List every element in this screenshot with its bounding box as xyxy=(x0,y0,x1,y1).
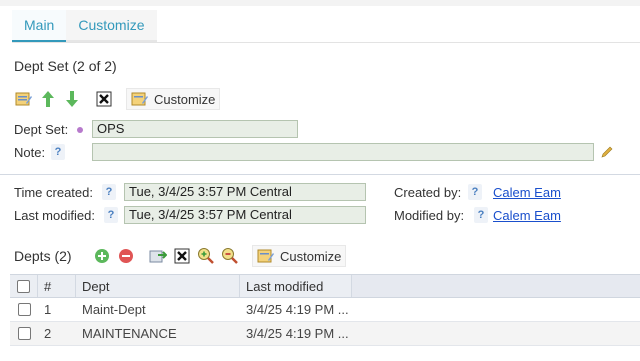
dept-set-field-label: Dept Set: xyxy=(14,122,69,137)
tab-bar: Main Customize xyxy=(12,10,157,42)
row-num: 1 xyxy=(44,302,52,317)
row-last-modified: 3/4/25 4:19 PM ... xyxy=(246,302,349,317)
dept-set-field[interactable]: OPS xyxy=(92,120,298,138)
column-header-last-modified[interactable]: Last modified xyxy=(240,275,352,297)
row-checkbox[interactable] xyxy=(17,327,31,340)
last-modified-label: Last modified: xyxy=(14,208,95,223)
depts-customize-button[interactable]: Customize xyxy=(252,245,347,267)
modified-by-label: Modified by: xyxy=(394,208,465,223)
modified-by-link[interactable]: Calem Eam xyxy=(493,208,561,223)
select-all-checkbox[interactable] xyxy=(17,279,30,293)
created-by-link[interactable]: Calem Eam xyxy=(493,185,561,200)
last-modified-help-icon[interactable]: ? xyxy=(104,207,118,223)
delete-icon[interactable] xyxy=(94,89,114,109)
time-created-help-icon[interactable]: ? xyxy=(102,184,116,200)
table-row[interactable]: 1 Maint-Dept 3/4/25 4:19 PM ... xyxy=(10,298,640,322)
row-dept: Maint-Dept xyxy=(82,302,146,317)
depts-title: Depts (2) xyxy=(14,248,72,264)
tab-customize[interactable]: Customize xyxy=(66,10,157,42)
row-checkbox[interactable] xyxy=(17,303,31,316)
add-icon[interactable] xyxy=(92,246,112,266)
zoom-in-icon[interactable] xyxy=(196,246,216,266)
row-num: 2 xyxy=(44,326,52,341)
dept-set-toolbar: Customize xyxy=(14,88,221,110)
depts-toolbar: Customize xyxy=(92,245,347,267)
table-row[interactable]: 2 MAINTENANCE 3/4/25 4:19 PM ... xyxy=(10,322,640,346)
delete-row-icon[interactable] xyxy=(172,246,192,266)
dept-set-title: Dept Set (2 of 2) xyxy=(14,58,117,74)
created-by-label: Created by: xyxy=(394,185,462,200)
column-header-dept[interactable]: Dept xyxy=(76,275,240,297)
top-bar xyxy=(0,0,640,6)
time-created-label: Time created: xyxy=(14,185,93,200)
created-by-help-icon[interactable]: ? xyxy=(468,184,482,200)
customize-label: Customize xyxy=(154,91,216,107)
import-icon[interactable] xyxy=(148,246,168,266)
zoom-out-icon[interactable] xyxy=(220,246,240,266)
tab-underline xyxy=(12,42,640,43)
table-header: # Dept Last modified xyxy=(10,274,640,298)
section-divider xyxy=(0,174,640,175)
column-header-num[interactable]: # xyxy=(38,275,76,297)
customize-icon xyxy=(131,92,148,106)
depts-table: # Dept Last modified 1 Maint-Dept 3/4/25… xyxy=(10,274,640,346)
edit-icon[interactable] xyxy=(14,89,34,109)
modified-by-help-icon[interactable]: ? xyxy=(474,207,488,223)
row-dept: MAINTENANCE xyxy=(82,326,177,341)
required-dot-icon xyxy=(77,127,83,133)
tab-main[interactable]: Main xyxy=(12,10,67,42)
remove-icon[interactable] xyxy=(116,246,136,266)
note-field[interactable] xyxy=(92,143,594,161)
move-up-icon[interactable] xyxy=(38,89,58,109)
time-created-field: Tue, 3/4/25 3:57 PM Central xyxy=(124,183,366,201)
pencil-icon[interactable] xyxy=(600,145,614,162)
note-label: Note: xyxy=(14,145,46,160)
dept-set-customize-button[interactable]: Customize xyxy=(126,88,221,110)
last-modified-field: Tue, 3/4/25 3:57 PM Central xyxy=(124,206,366,224)
move-down-icon[interactable] xyxy=(62,89,82,109)
customize-label: Customize xyxy=(280,248,342,264)
customize-icon xyxy=(257,249,274,263)
note-help-icon[interactable]: ? xyxy=(51,144,65,160)
row-last-modified: 3/4/25 4:19 PM ... xyxy=(246,326,349,341)
